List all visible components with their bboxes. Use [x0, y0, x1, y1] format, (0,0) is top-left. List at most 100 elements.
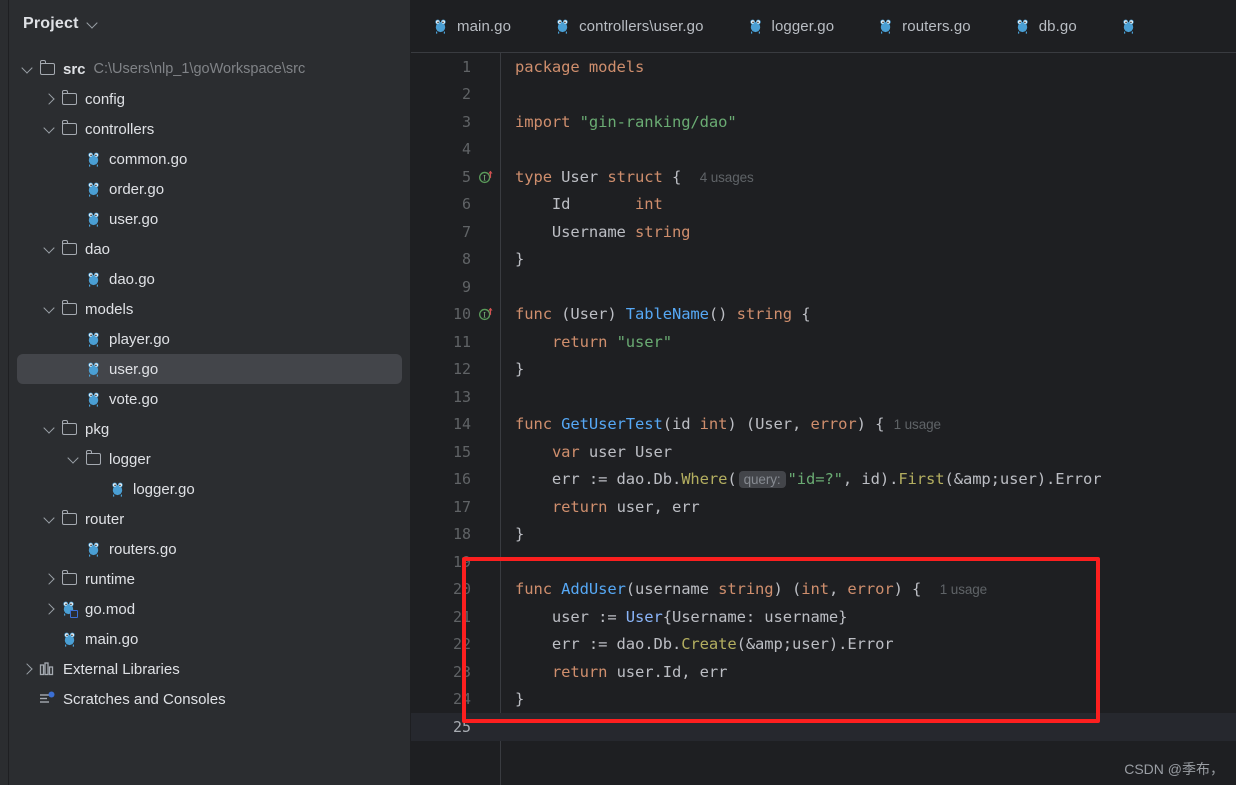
tree-item-logger[interactable]: logger — [17, 444, 402, 474]
project-panel-header[interactable]: Project — [9, 0, 410, 48]
code-line[interactable]: 2 — [411, 81, 1236, 109]
code-line[interactable]: 24} — [411, 686, 1236, 714]
tree-twisty[interactable] — [41, 243, 59, 255]
tree-item-user-go[interactable]: user.go — [17, 354, 402, 384]
tab-db-go[interactable]: db.go — [993, 0, 1099, 52]
go-file-icon — [878, 19, 893, 34]
code-line[interactable]: 4 — [411, 136, 1236, 164]
code-line[interactable]: 8} — [411, 246, 1236, 274]
tree-item-label: dao.go — [109, 270, 155, 288]
tree-item-main-go[interactable]: main.go — [17, 624, 402, 654]
code-line[interactable]: 6 Id int — [411, 191, 1236, 219]
code-editor[interactable]: 1 package models 2 3 import "gin-ranking/dao… — [411, 53, 1236, 785]
line-number: 10 — [452, 305, 471, 324]
tree-item-pkg[interactable]: pkg — [17, 414, 402, 444]
folder-icon — [61, 300, 77, 315]
tree-twisty[interactable] — [41, 423, 59, 435]
tree-item-logger-go[interactable]: logger.go — [17, 474, 402, 504]
tree-twisty[interactable] — [41, 303, 59, 315]
chevron-down-icon[interactable] — [44, 243, 56, 255]
folder-icon — [59, 120, 79, 135]
tree-twisty[interactable] — [41, 513, 59, 525]
code-line[interactable]: 18} — [411, 521, 1236, 549]
tree-twisty[interactable] — [19, 663, 37, 675]
tree-item-label: common.go — [109, 150, 188, 168]
tree-twisty[interactable] — [65, 453, 83, 465]
line-number: 5 — [461, 167, 471, 186]
tree-item-label: config — [85, 90, 126, 108]
code-line[interactable]: 12} — [411, 356, 1236, 384]
tree-item-config[interactable]: config — [17, 84, 402, 114]
tree-item-src[interactable]: src C:\Users\nlp_1\goWorkspace\src — [17, 54, 402, 84]
code-line[interactable]: 1 package models — [411, 53, 1236, 81]
tree-item-controllers[interactable]: controllers — [17, 114, 402, 144]
go-file-icon — [1015, 19, 1030, 34]
chevron-down-icon[interactable] — [44, 513, 56, 525]
editor-tab-bar: main.go controllers\user.go logger.go route… — [411, 0, 1236, 53]
chevron-right-icon[interactable] — [44, 603, 56, 615]
tree-item-external-libraries[interactable]: External Libraries — [17, 654, 402, 684]
line-number: 21 — [452, 607, 471, 626]
chevron-right-icon[interactable] — [22, 663, 34, 675]
tab-routers-go[interactable]: routers.go — [856, 0, 993, 52]
tree-item-scratches-and-consoles[interactable]: Scratches and Consoles — [17, 684, 402, 714]
tree-item-dao[interactable]: dao — [17, 234, 402, 264]
tree-item-runtime[interactable]: runtime — [17, 564, 402, 594]
code-line[interactable]: 14 func GetUserTest(id int) (User, error)… — [411, 411, 1236, 439]
chevron-down-icon[interactable] — [22, 63, 34, 75]
ide-window: Project src C:\Users\nlp_1\goWorkspace\sr… — [0, 0, 1236, 785]
chevron-right-icon[interactable] — [44, 573, 56, 585]
code-line[interactable]: 17 return user, err — [411, 493, 1236, 521]
tree-item-user-go[interactable]: user.go — [17, 204, 402, 234]
folder-icon — [59, 420, 79, 435]
tree-twisty[interactable] — [41, 573, 59, 585]
chevron-down-icon[interactable] — [44, 303, 56, 315]
code-text: return user.Id, err — [551, 662, 728, 681]
code-line[interactable]: 19 — [411, 548, 1236, 576]
chevron-down-icon[interactable] — [87, 18, 99, 30]
line-number: 7 — [461, 222, 471, 241]
tree-twisty[interactable] — [41, 603, 59, 615]
tree-item-dao-go[interactable]: dao.go — [17, 264, 402, 294]
tree-twisty[interactable] — [41, 123, 59, 135]
chevron-right-icon[interactable] — [44, 93, 56, 105]
code-line[interactable]: 15 var user User — [411, 438, 1236, 466]
tree-twisty[interactable] — [19, 63, 37, 75]
tree-item-models[interactable]: models — [17, 294, 402, 324]
tree-item-label: runtime — [85, 570, 136, 588]
tree-item-router[interactable]: router — [17, 504, 402, 534]
code-line[interactable]: 20 func AddUser(username string) (int, er… — [411, 576, 1236, 604]
code-line[interactable]: 21 user := User{Username: username} — [411, 603, 1236, 631]
tree-item-order-go[interactable]: order.go — [17, 174, 402, 204]
tree-item-routers-go[interactable]: routers.go — [17, 534, 402, 564]
tree-item-go-mod[interactable]: go.mod — [17, 594, 402, 624]
code-line[interactable]: 5 Itype User struct { 4 usages — [411, 163, 1236, 191]
code-line[interactable]: 23 return user.Id, err — [411, 658, 1236, 686]
code-line[interactable]: 9 — [411, 273, 1236, 301]
tab-overflow[interactable] — [1099, 0, 1167, 52]
chevron-down-icon[interactable] — [68, 453, 80, 465]
code-line[interactable]: 25 — [411, 713, 1236, 741]
tree-item-vote-go[interactable]: vote.go — [17, 384, 402, 414]
code-line[interactable]: 11 return "user" — [411, 328, 1236, 356]
tab-controllers-user-go[interactable]: controllers\user.go — [533, 0, 725, 52]
tree-item-player-go[interactable]: player.go — [17, 324, 402, 354]
code-line[interactable]: 22 err := dao.Db.Create(&amp;user).Error — [411, 631, 1236, 659]
implementation-icon[interactable]: I — [471, 306, 500, 322]
tree-twisty[interactable] — [41, 93, 59, 105]
tab-label: db.go — [1038, 17, 1077, 35]
code-line[interactable]: 7 Username string — [411, 218, 1236, 246]
chevron-down-icon[interactable] — [44, 423, 56, 435]
tab-logger-go[interactable]: logger.go — [726, 0, 857, 52]
implementation-icon[interactable]: I — [471, 169, 500, 185]
code-line[interactable]: 16 err := dao.Db.Where(query: "id=?", id)… — [411, 466, 1236, 494]
chevron-down-icon[interactable] — [44, 123, 56, 135]
tree-item-common-go[interactable]: common.go — [17, 144, 402, 174]
code-line[interactable]: 3 import "gin-ranking/dao" — [411, 108, 1236, 136]
tree-item-label: vote.go — [109, 390, 159, 408]
code-text: Username string — [515, 222, 691, 241]
line-number: 24 — [452, 690, 471, 709]
tab-main-go[interactable]: main.go — [411, 0, 533, 52]
code-line[interactable]: 13 — [411, 383, 1236, 411]
code-line[interactable]: 10 Ifunc (User) TableName() string { — [411, 301, 1236, 329]
